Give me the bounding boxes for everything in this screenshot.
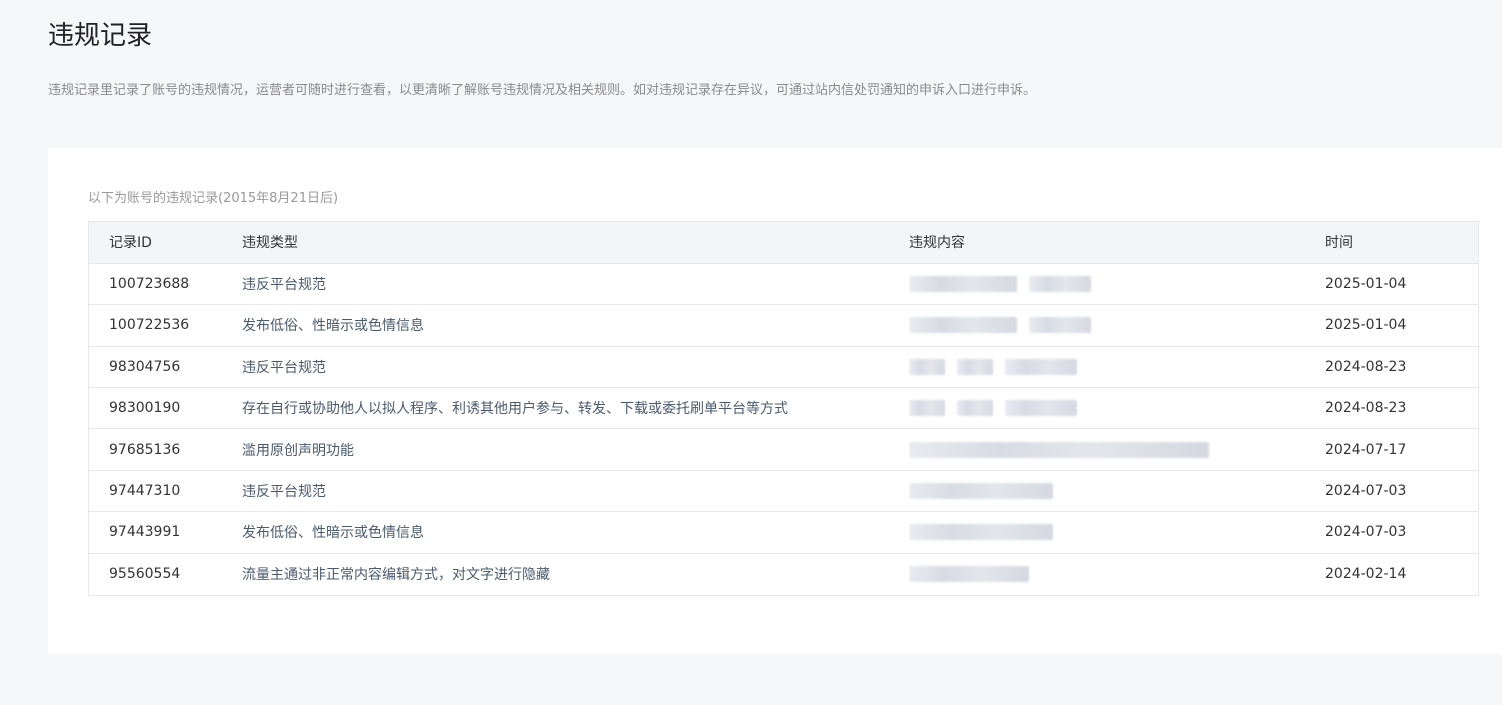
violation-content-redacted [909, 346, 1325, 387]
header-record-id: 记录ID [109, 235, 152, 252]
record-id: 97685136 [109, 441, 181, 458]
violation-content-redacted [909, 470, 1325, 511]
violation-content-redacted [909, 263, 1325, 304]
violation-type: 违反平台规范 [242, 277, 326, 294]
table-row: 97443991 发布低俗、性暗示或色情信息 2024-07-03 [89, 511, 1478, 553]
record-id: 98304756 [109, 358, 181, 375]
record-time: 2025-01-04 [1325, 317, 1407, 334]
header-violation-type: 违规类型 [242, 235, 298, 252]
violation-type: 滥用原创声明功能 [242, 442, 354, 459]
header-violation-content: 违规内容 [909, 235, 965, 252]
record-id: 97443991 [109, 524, 181, 541]
record-id: 97447310 [109, 483, 181, 500]
records-card: 以下为账号的违规记录(2015年8月21日后) 记录ID 违规类型 违规内容 时… [48, 148, 1502, 654]
page-title: 违规记录 [48, 21, 153, 51]
table-caption: 以下为账号的违规记录(2015年8月21日后) [88, 191, 339, 206]
records-table: 记录ID 违规类型 违规内容 时间 100723688 违反平台规范 2025-… [88, 221, 1479, 596]
table-row: 100722536 发布低俗、性暗示或色情信息 2025-01-04 [89, 304, 1478, 346]
record-time: 2024-07-17 [1325, 441, 1407, 458]
violation-type: 存在自行或协助他人以拟人程序、利诱其他用户参与、转发、下载或委托刷单平台等方式 [242, 401, 788, 418]
violation-content-redacted [909, 553, 1325, 594]
table-row: 97447310 违反平台规范 2024-07-03 [89, 470, 1478, 511]
violation-content-redacted [909, 512, 1325, 553]
record-id: 100723688 [109, 276, 190, 293]
violation-type: 发布低俗、性暗示或色情信息 [242, 525, 424, 542]
violation-records-page: 违规记录 违规记录里记录了账号的违规情况，运营者可随时进行查看，以更清晰了解账号… [0, 0, 1502, 705]
record-id: 100722536 [109, 317, 190, 334]
table-row: 98300190 存在自行或协助他人以拟人程序、利诱其他用户参与、转发、下载或委… [89, 387, 1478, 429]
table-row: 98304756 违反平台规范 2024-08-23 [89, 346, 1478, 387]
violation-content-redacted [909, 388, 1325, 429]
record-id: 95560554 [109, 566, 181, 583]
header-time: 时间 [1325, 235, 1353, 252]
violation-type: 违反平台规范 [242, 484, 326, 501]
record-id: 98300190 [109, 400, 181, 417]
violation-content-redacted [909, 305, 1325, 346]
table-row: 95560554 流量主通过非正常内容编辑方式，对文字进行隐藏 2024-02-… [89, 553, 1478, 594]
table-row: 97685136 滥用原创声明功能 2024-07-17 [89, 428, 1478, 470]
violation-content-redacted [909, 429, 1325, 470]
record-time: 2024-08-23 [1325, 358, 1407, 375]
page-description: 违规记录里记录了账号的违规情况，运营者可随时进行查看，以更清晰了解账号违规情况及… [48, 83, 1037, 98]
record-time: 2025-01-04 [1325, 276, 1407, 293]
violation-type: 流量主通过非正常内容编辑方式，对文字进行隐藏 [242, 567, 550, 584]
record-time: 2024-07-03 [1325, 524, 1407, 541]
record-time: 2024-02-14 [1325, 566, 1407, 583]
record-time: 2024-08-23 [1325, 400, 1407, 417]
table-header-row: 记录ID 违规类型 违规内容 时间 [89, 222, 1478, 264]
violation-type: 违反平台规范 [242, 359, 326, 376]
violation-type: 发布低俗、性暗示或色情信息 [242, 318, 424, 335]
table-row: 100723688 违反平台规范 2025-01-04 [89, 263, 1478, 304]
record-time: 2024-07-03 [1325, 483, 1407, 500]
